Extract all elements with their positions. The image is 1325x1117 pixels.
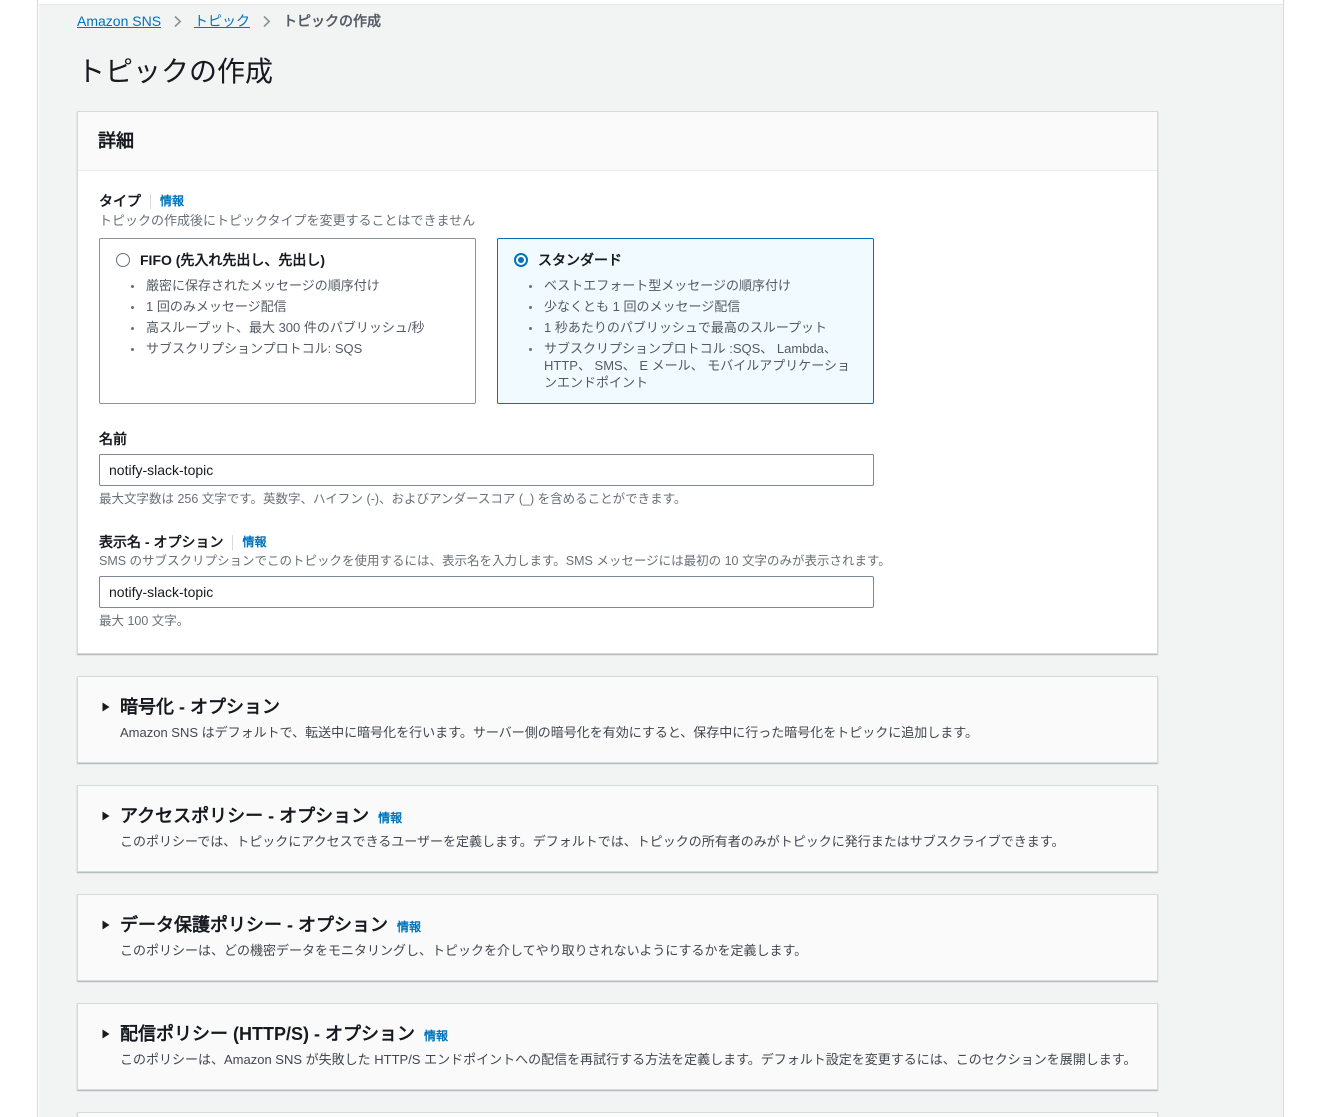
section-title: データ保護ポリシー - オプション: [120, 915, 388, 935]
display-name-hint: 最大 100 文字。: [99, 614, 190, 628]
breadcrumb-separator-icon: [260, 15, 273, 28]
section-info-link[interactable]: 情報: [378, 810, 402, 826]
standard-tile-title: スタンダード: [538, 252, 622, 268]
details-panel-header: 詳細: [78, 112, 1157, 171]
fifo-tile-bullets: 厳密に保存されたメッセージの順序付け 1 回のみメッセージ配信 高スループット、…: [144, 277, 461, 357]
display-name-field: 表示名 - オプション 情報 SMS のサブスクリプションでこのトピックを使用す…: [99, 533, 1137, 629]
display-name-info-link[interactable]: 情報: [242, 534, 266, 550]
label-divider: [150, 193, 151, 209]
section-delivery-policy[interactable]: 配信ポリシー (HTTP/S) - オプション 情報 このポリシーは、Amazo…: [77, 1003, 1158, 1090]
left-rail: [0, 0, 38, 1117]
tile-bullet: 1 秒あたりのパブリッシュで最高のスループット: [542, 319, 859, 336]
section-data-protection-policy[interactable]: データ保護ポリシー - オプション 情報 このポリシーは、どの機密データをモニタ…: [77, 894, 1158, 981]
section-encryption[interactable]: 暗号化 - オプション Amazon SNS はデフォルトで、転送中に暗号化を行…: [77, 676, 1158, 763]
details-panel-title: 詳細: [98, 131, 134, 151]
caret-right-icon: [100, 1028, 111, 1040]
section-title: 暗号化 - オプション: [120, 697, 280, 717]
name-input[interactable]: [99, 454, 874, 486]
topic-type-tiles: FIFO (先入れ先出し、先出し) 厳密に保存されたメッセージの順序付け 1 回…: [99, 238, 1137, 404]
right-rail: [1283, 0, 1325, 1117]
caret-right-icon: [100, 810, 111, 822]
tile-bullet: サブスクリプションプロトコル: SQS: [144, 340, 461, 357]
display-name-input[interactable]: [99, 576, 874, 608]
tile-bullet: ベストエフォート型メッセージの順序付け: [542, 277, 859, 294]
breadcrumb-current: トピックの作成: [283, 13, 382, 29]
tile-bullet: 少なくとも 1 回のメッセージ配信: [542, 298, 859, 315]
breadcrumb-link-topics[interactable]: トピック: [194, 12, 250, 30]
tile-bullet: 1 回のみメッセージ配信: [144, 298, 461, 315]
section-info-link[interactable]: 情報: [424, 1028, 448, 1044]
breadcrumb: Amazon SNS トピック トピックの作成: [77, 12, 1196, 30]
name-field: 名前 最大文字数は 256 文字です。英数字、ハイフン (-)、およびアンダース…: [99, 430, 1137, 507]
name-label: 名前: [99, 431, 127, 447]
breadcrumb-separator-icon: [171, 15, 184, 28]
caret-right-icon: [100, 919, 111, 931]
fifo-radio[interactable]: [116, 253, 130, 267]
type-info-link[interactable]: 情報: [160, 193, 184, 209]
details-panel: 詳細 タイプ 情報 トピックの作成後にトピックタイプを変更することはできません: [77, 111, 1158, 654]
section-description: Amazon SNS はデフォルトで、転送中に暗号化を行います。サーバー側の暗号…: [120, 725, 979, 740]
display-name-description: SMS のサブスクリプションでこのトピックを使用するには、表示名を入力します。S…: [99, 554, 891, 568]
details-panel-body: タイプ 情報 トピックの作成後にトピックタイプを変更することはできません FIF…: [78, 171, 1157, 653]
tile-bullet: 高スループット、最大 300 件のパブリッシュ/秒: [144, 319, 461, 336]
standard-tile[interactable]: スタンダード ベストエフォート型メッセージの順序付け 少なくとも 1 回のメッセ…: [497, 238, 874, 404]
breadcrumb-link-amazon-sns[interactable]: Amazon SNS: [77, 12, 161, 30]
section-access-policy[interactable]: アクセスポリシー - オプション 情報 このポリシーでは、トピックにアクセスでき…: [77, 785, 1158, 872]
section-description: このポリシーは、どの機密データをモニタリングし、トピックを介してやり取りされない…: [120, 943, 808, 958]
type-field: タイプ 情報 トピックの作成後にトピックタイプを変更することはできません FIF…: [99, 192, 1137, 404]
type-hint: トピックの作成後にトピックタイプを変更することはできません: [99, 213, 476, 228]
sns-create-topic-page: Amazon SNS トピック トピックの作成 トピックの作成 詳細 タイプ 情…: [0, 0, 1325, 1117]
section-description: このポリシーでは、トピックにアクセスできるユーザーを定義します。デフォルトでは、…: [120, 834, 1065, 849]
label-divider: [232, 534, 234, 550]
section-title: アクセスポリシー - オプション: [120, 806, 370, 826]
section-delivery-status-logging[interactable]: 配信ステータスのログ記録 - オプション 情報 これらの設定により、CloudW…: [77, 1112, 1158, 1117]
display-name-label: 表示名 - オプション: [99, 534, 224, 550]
tile-bullet: 厳密に保存されたメッセージの順序付け: [144, 277, 461, 294]
name-hint: 最大文字数は 256 文字です。英数字、ハイフン (-)、およびアンダースコア …: [99, 492, 687, 506]
tile-bullet: サブスクリプションプロトコル :SQS、 Lambda、 HTTP、 SMS、 …: [542, 340, 859, 391]
section-description: このポリシーは、Amazon SNS が失敗した HTTP/S エンドポイントへ…: [120, 1052, 1137, 1067]
type-label: タイプ: [99, 193, 141, 209]
page-title: トピックの作成: [77, 56, 274, 87]
content-area: Amazon SNS トピック トピックの作成 トピックの作成 詳細 タイプ 情…: [39, 0, 1283, 1117]
caret-right-icon: [100, 701, 111, 713]
standard-radio[interactable]: [514, 253, 528, 267]
standard-tile-bullets: ベストエフォート型メッセージの順序付け 少なくとも 1 回のメッセージ配信 1 …: [542, 277, 859, 391]
section-info-link[interactable]: 情報: [397, 919, 421, 935]
section-title: 配信ポリシー (HTTP/S) - オプション: [120, 1024, 415, 1044]
fifo-tile-title: FIFO (先入れ先出し、先出し): [140, 252, 326, 268]
fifo-tile[interactable]: FIFO (先入れ先出し、先出し) 厳密に保存されたメッセージの順序付け 1 回…: [99, 238, 476, 404]
